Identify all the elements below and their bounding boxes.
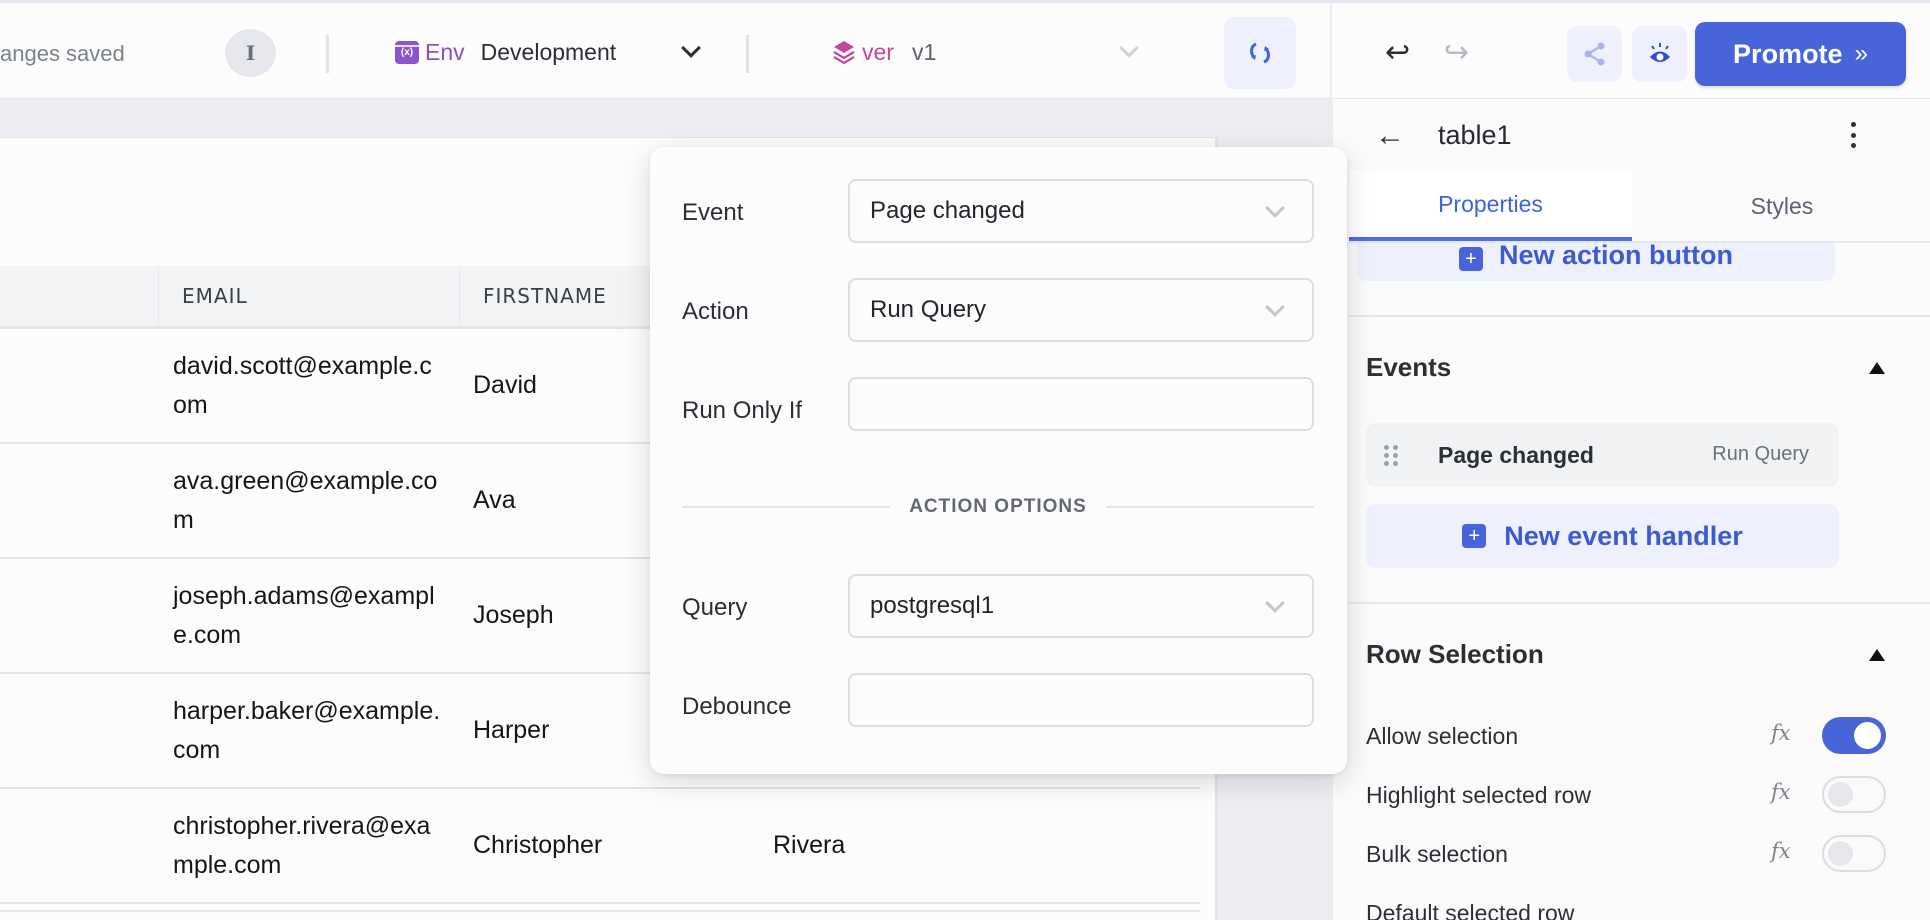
more-options-icon[interactable]: [1843, 117, 1863, 153]
action-select[interactable]: Run Query: [848, 278, 1314, 342]
divider: [1349, 315, 1930, 317]
bulk-selection-toggle[interactable]: [1822, 835, 1886, 872]
redo-icon[interactable]: ↪: [1444, 35, 1469, 70]
back-arrow-icon[interactable]: ←: [1375, 119, 1405, 153]
prop-highlight-selected-row: Highlight selected row fx: [1366, 776, 1886, 816]
divider: [326, 35, 329, 73]
chevron-down-icon[interactable]: [1119, 38, 1139, 58]
cell-firstname: Christopher: [473, 831, 603, 859]
cell-lastname: Rivera: [773, 831, 846, 859]
table-row[interactable]: christopher.rivera@example.com Christoph…: [0, 789, 1200, 904]
env-value: Development: [480, 39, 617, 65]
event-select[interactable]: Page changed: [848, 179, 1314, 243]
cell-email: harper.baker@example.com: [173, 696, 441, 764]
layers-icon: [832, 40, 856, 66]
eye-icon: [1649, 43, 1670, 62]
run-only-if-input[interactable]: [848, 377, 1314, 431]
fx-icon[interactable]: fx: [1771, 721, 1791, 745]
cell-firstname: David: [473, 371, 537, 399]
prop-label: Highlight selected row: [1366, 782, 1592, 808]
plus-icon: +: [1459, 247, 1483, 271]
query-field-label: Query: [682, 594, 748, 621]
panel-header: ← table1: [1333, 99, 1930, 174]
drag-handle-icon[interactable]: [1384, 445, 1398, 466]
sync-icon: [1250, 42, 1270, 64]
divider: [1330, 3, 1332, 102]
top-bar: anges saved I (x) Env Development ver v1…: [0, 0, 1930, 102]
promote-button[interactable]: Promote »: [1695, 22, 1906, 86]
prop-label: Bulk selection: [1366, 841, 1508, 867]
chevron-down-icon: [1265, 593, 1285, 613]
divider: [1349, 602, 1930, 604]
prop-label: Default selected row: [1366, 900, 1575, 920]
undo-icon[interactable]: ↩: [1385, 35, 1410, 70]
environment-selector[interactable]: (x) Env Development: [395, 39, 616, 66]
new-action-label: New action button: [1499, 240, 1733, 270]
collapse-caret-icon[interactable]: [1869, 649, 1885, 661]
prop-allow-selection: Allow selection fx: [1366, 717, 1886, 757]
row-selection-section-title[interactable]: Row Selection: [1366, 639, 1544, 670]
promote-label: Promote: [1733, 38, 1843, 69]
cell-email: david.scott@example.com: [173, 351, 432, 419]
column-header[interactable]: [0, 266, 158, 326]
tab-properties[interactable]: Properties: [1349, 171, 1632, 241]
query-select-value: postgresql1: [870, 592, 995, 619]
sync-button[interactable]: [1224, 17, 1296, 89]
cell-firstname: Harper: [473, 716, 550, 744]
panel-tabs: Properties Styles: [1349, 171, 1930, 243]
event-action: Run Query: [1712, 443, 1809, 465]
highlight-selected-row-toggle[interactable]: [1822, 776, 1886, 813]
new-event-handler-button[interactable]: + New event handler: [1366, 504, 1839, 568]
share-button[interactable]: [1567, 26, 1622, 82]
new-event-handler-label: New event handler: [1504, 520, 1743, 551]
debounce-field-label: Debounce: [682, 693, 792, 720]
plus-icon: +: [1462, 524, 1487, 548]
prop-bulk-selection: Bulk selection fx: [1366, 835, 1886, 875]
event-handler-popover: Event Page changed Action Run Query Run …: [650, 147, 1347, 774]
properties-panel: ← table1 + New action button Properties …: [1331, 99, 1930, 920]
fx-icon[interactable]: fx: [1771, 839, 1791, 863]
chevron-down-icon: [1265, 198, 1285, 218]
action-select-value: Run Query: [870, 296, 987, 323]
event-select-value: Page changed: [870, 197, 1025, 224]
collapse-caret-icon[interactable]: [1869, 362, 1885, 374]
run-only-if-label: Run Only If: [682, 397, 803, 424]
cell-email: ava.green@example.com: [173, 466, 438, 534]
share-icon: [1584, 42, 1604, 66]
table-footer-divider: [0, 910, 1200, 912]
cell-email: christopher.rivera@example.com: [173, 811, 431, 879]
prop-default-selected-row: Default selected row: [1366, 894, 1839, 920]
event-handler-item[interactable]: Page changed Run Query: [1366, 423, 1839, 487]
fx-icon[interactable]: fx: [1771, 780, 1791, 804]
double-chevron-right-icon: »: [1854, 40, 1868, 67]
cell-firstname: Ava: [473, 486, 516, 514]
debounce-input[interactable]: [848, 673, 1314, 727]
save-status: anges saved: [0, 41, 125, 66]
avatar[interactable]: I: [223, 27, 278, 79]
divider: [746, 35, 749, 73]
event-name: Page changed: [1438, 442, 1594, 468]
event-field-label: Event: [682, 199, 744, 226]
tab-styles[interactable]: Styles: [1632, 171, 1930, 241]
component-name[interactable]: table1: [1438, 120, 1512, 151]
action-options-divider: ACTION OPTIONS: [682, 496, 1314, 517]
version-value: v1: [911, 39, 937, 65]
column-header-email[interactable]: EMAIL: [158, 266, 459, 326]
chevron-down-icon: [1265, 297, 1285, 317]
env-label: Env: [425, 39, 465, 65]
cell-email: joseph.adams@example.com: [173, 581, 435, 649]
prop-label: Allow selection: [1366, 723, 1519, 749]
version-label: ver: [862, 39, 894, 65]
cell-firstname: Joseph: [473, 601, 554, 629]
allow-selection-toggle[interactable]: [1822, 717, 1886, 754]
env-variable-icon: (x): [395, 41, 419, 64]
chevron-down-icon[interactable]: [681, 38, 701, 58]
action-field-label: Action: [682, 298, 749, 325]
preview-button[interactable]: [1632, 26, 1687, 82]
events-section-title[interactable]: Events: [1366, 352, 1451, 383]
query-select[interactable]: postgresql1: [848, 574, 1314, 638]
version-selector[interactable]: ver v1: [832, 39, 936, 66]
